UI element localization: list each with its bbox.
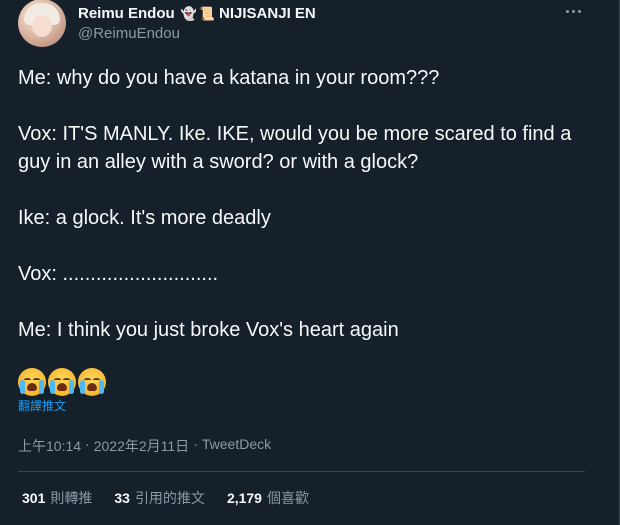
meta-separator: · [193, 436, 198, 452]
tweet-paragraph: Vox: ............................ [18, 263, 219, 285]
tweet-meta: 上午10:14 · 2022年2月11日 · TweetDeck [18, 436, 271, 456]
likes-label: 個喜歡 [266, 490, 309, 506]
tweet-paragraph: Me: I think you just broke Vox's heart a… [18, 319, 399, 341]
tweet-text: Me: why do you have a katana in your roo… [18, 64, 598, 344]
tweet-detail: Reimu Endou 👻 📜 NIJISANJI EN @ReimuEndou… [0, 0, 620, 525]
author-names: Reimu Endou 👻 📜 NIJISANJI EN @ReimuEndou [78, 1, 316, 43]
tweet-paragraph: Me: why do you have a katana in your roo… [18, 67, 440, 89]
ghost-icon: 👻 [180, 5, 197, 21]
stripes-icon: 📜 [198, 5, 216, 21]
emoji-row [18, 368, 602, 396]
more-options-icon[interactable] [562, 4, 584, 18]
avatar[interactable] [18, 0, 66, 47]
likes-count: 2,179 [226, 490, 262, 506]
tweet-stats: 301 則轉推 33 引用的推文 2,179 個喜歡 [22, 488, 309, 508]
likes-stat[interactable]: 2,179 個喜歡 [227, 488, 309, 508]
user-handle[interactable]: @ReimuEndou [78, 25, 316, 42]
retweets-stat[interactable]: 301 則轉推 [22, 488, 92, 508]
loudly-crying-face-icon [48, 368, 76, 396]
tweet-date[interactable]: 2022年2月11日 [94, 436, 189, 456]
name-suffix: NIJISANJI EN [219, 4, 316, 22]
quotes-label: 引用的推文 [134, 490, 205, 506]
meta-separator: · [85, 436, 90, 452]
tweet-paragraph: Ike: a glock. It's more deadly [18, 207, 271, 229]
tweet-source[interactable]: TweetDeck [202, 436, 271, 456]
loudly-crying-face-icon [18, 368, 46, 396]
retweets-count: 301 [22, 490, 46, 506]
divider [18, 471, 585, 472]
retweets-label: 則轉推 [50, 490, 93, 506]
tweet-header: Reimu Endou 👻 📜 NIJISANJI EN @ReimuEndou [18, 0, 602, 48]
quotes-stat[interactable]: 33 引用的推文 [114, 488, 205, 508]
display-name-row[interactable]: Reimu Endou 👻 📜 NIJISANJI EN [78, 3, 316, 23]
quotes-count: 33 [114, 490, 130, 506]
avatar-face [32, 15, 52, 37]
loudly-crying-face-icon [78, 368, 106, 396]
tweet-time[interactable]: 上午10:14 [18, 436, 81, 456]
tweet-paragraph: Vox: IT'S MANLY. Ike. IKE, would you be … [18, 123, 577, 173]
name-emojis: 👻 📜 [181, 7, 215, 20]
display-name[interactable]: Reimu Endou [78, 5, 175, 22]
translate-link[interactable]: 翻譯推文 [18, 398, 602, 414]
